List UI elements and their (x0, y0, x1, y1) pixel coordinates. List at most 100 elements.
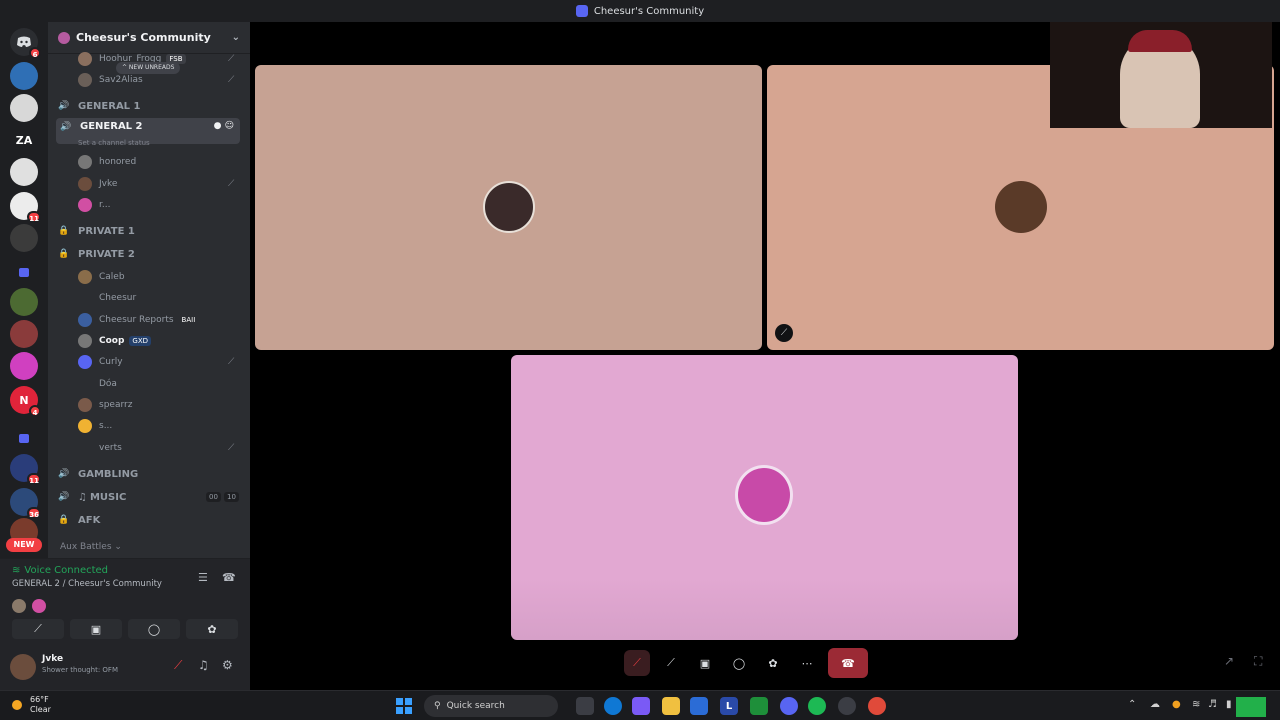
camera-off-button[interactable]: ⟋ (658, 650, 684, 676)
speaker-icon: 🔊 (58, 101, 70, 111)
camera-off-button[interactable]: ⟋ (12, 619, 64, 639)
task-view-icon[interactable] (576, 697, 594, 715)
fullscreen-icon[interactable]: ⛶ (1254, 654, 1262, 669)
unread-badge: 36 (27, 507, 41, 519)
voice-member[interactable]: Jvke (78, 174, 117, 194)
store-icon[interactable] (690, 697, 708, 715)
voice-member[interactable]: spearrz (78, 395, 132, 415)
noise-suppression-icon[interactable]: ☰ (198, 571, 208, 584)
mic-muted-button[interactable]: ⟋ (624, 650, 650, 676)
voice-member[interactable]: s... (78, 416, 112, 436)
voice-channel-link[interactable]: GENERAL 2 / Cheesur's Community (12, 579, 162, 589)
deafened-icon: ⟋ (228, 443, 235, 453)
deafened-icon: ⟋ (228, 75, 235, 85)
server-icon[interactable]: 36 (10, 488, 41, 519)
search-icon: ⚲ (434, 701, 441, 711)
voice-member[interactable]: Cheesur Reports BAII (78, 310, 198, 330)
chrome-icon[interactable] (868, 697, 886, 715)
popout-icon[interactable]: ↗ (1224, 654, 1234, 668)
screen-share-button[interactable]: ▣ (70, 619, 122, 639)
avatar[interactable] (10, 654, 36, 680)
screen-share-button[interactable]: ▣ (692, 650, 718, 676)
speaker-icon: 🔊 (58, 492, 70, 502)
unread-badge: 11 (27, 473, 41, 485)
voice-connected-status[interactable]: ≋ Voice Connected (12, 565, 108, 576)
app-icon (575, 5, 588, 17)
channel-private-1[interactable]: 🔒 PRIVATE 1 (58, 221, 134, 241)
server-icon[interactable]: 11 (10, 192, 41, 223)
headphones-icon[interactable]: ♫ (198, 658, 209, 672)
voice-member[interactable]: Caleb (78, 267, 125, 287)
chat-icon[interactable]: ● ☺ (214, 121, 234, 131)
server-icon[interactable] (10, 224, 38, 252)
weather-widget[interactable]: 66°F Clear (12, 695, 51, 715)
deafened-icon: ⟋ (228, 179, 235, 189)
mic-icon[interactable]: ● (1172, 699, 1181, 710)
server-avatar (58, 31, 70, 44)
participant-tile[interactable] (511, 355, 1018, 640)
unread-badge: 4 (29, 405, 41, 417)
folder-icon[interactable] (10, 424, 38, 452)
server-icon-za[interactable]: ZA (10, 126, 38, 154)
mic-muted-icon[interactable]: ⟋ (174, 658, 182, 673)
copilot-icon[interactable] (632, 697, 650, 715)
channel-private-2[interactable]: 🔒 PRIVATE 2 (58, 244, 134, 264)
voice-member[interactable]: Coop GXD (78, 331, 152, 351)
voice-member[interactable]: Dóa (78, 374, 117, 394)
start-button[interactable] (396, 698, 412, 714)
deafened-icon: ⟋ (228, 357, 235, 367)
aux-battles-category[interactable]: Aux Battles ⌄ (60, 542, 122, 552)
server-icon-n[interactable]: N 4 (10, 386, 41, 417)
lock-icon: 🔒 (58, 515, 70, 525)
disconnect-icon[interactable]: ☎ (222, 571, 236, 584)
gear-icon[interactable]: ⚙ (222, 658, 233, 672)
voice-member[interactable]: honored (78, 152, 136, 172)
battery-icon[interactable]: ▮ (1226, 699, 1232, 710)
server-icon[interactable] (10, 158, 38, 186)
server-icon[interactable]: 11 (10, 454, 41, 485)
xbox-icon[interactable] (750, 697, 768, 715)
activity-button[interactable]: ◯ (128, 619, 180, 639)
voice-member[interactable]: Curly (78, 352, 123, 372)
tray-app-icon[interactable]: ☁ (1150, 699, 1160, 710)
more-options-button[interactable]: ⋯ (794, 650, 820, 676)
overlay-logo (1236, 697, 1266, 717)
user-name: Jvke (42, 654, 64, 664)
soundboard-button[interactable]: ✿ (760, 650, 786, 676)
spotify-icon[interactable] (808, 697, 826, 715)
channel-afk[interactable]: 🔒 AFK (58, 510, 100, 530)
new-pill[interactable]: NEW (6, 538, 42, 552)
app-l-icon[interactable]: L (720, 697, 738, 715)
chevron-up-icon[interactable]: ⌃ (1128, 699, 1136, 710)
server-icon[interactable] (10, 320, 38, 348)
participant-avatar (995, 181, 1047, 233)
server-icon[interactable] (10, 288, 38, 316)
folder-icon[interactable] (10, 258, 38, 286)
activity-button[interactable]: ◯ (726, 650, 752, 676)
server-icon[interactable] (10, 62, 38, 90)
discord-home-icon[interactable]: 6 (10, 28, 41, 59)
participant-tile[interactable] (255, 65, 762, 350)
voice-member[interactable]: r... (78, 195, 110, 215)
server-icon[interactable] (10, 352, 38, 380)
edge-icon[interactable] (604, 697, 622, 715)
app-icon[interactable] (838, 697, 856, 715)
channel-music[interactable]: 🔊 ♫ MUSIC (58, 487, 126, 507)
discord-taskbar-icon[interactable] (780, 697, 798, 715)
call-controls: ⟋ ⟋ ▣ ◯ ✿ ⋯ ☎ (624, 648, 868, 678)
soundboard-button[interactable]: ✿ (186, 619, 238, 639)
voice-member[interactable]: Cheesur (78, 288, 136, 308)
discord-app: Cheesur's Community 6 ZA 11 N 4 11 36 NE… (0, 0, 1280, 720)
voice-member[interactable]: Sav2Alias (78, 70, 143, 90)
avatar (78, 334, 92, 348)
search-box[interactable]: ⚲ Quick search (424, 695, 558, 717)
file-explorer-icon[interactable] (662, 697, 680, 715)
channel-general-1[interactable]: 🔊 GENERAL 1 (58, 96, 140, 116)
channel-status[interactable]: Set a channel status (78, 139, 150, 147)
volume-icon[interactable]: ♬ (1208, 699, 1217, 710)
channel-gambling[interactable]: 🔊 GAMBLING (58, 464, 138, 484)
end-call-button[interactable]: ☎ (828, 648, 868, 678)
server-icon[interactable] (10, 94, 38, 122)
wifi-icon[interactable]: ≋ (1192, 699, 1200, 710)
voice-member[interactable]: verts (78, 438, 122, 458)
